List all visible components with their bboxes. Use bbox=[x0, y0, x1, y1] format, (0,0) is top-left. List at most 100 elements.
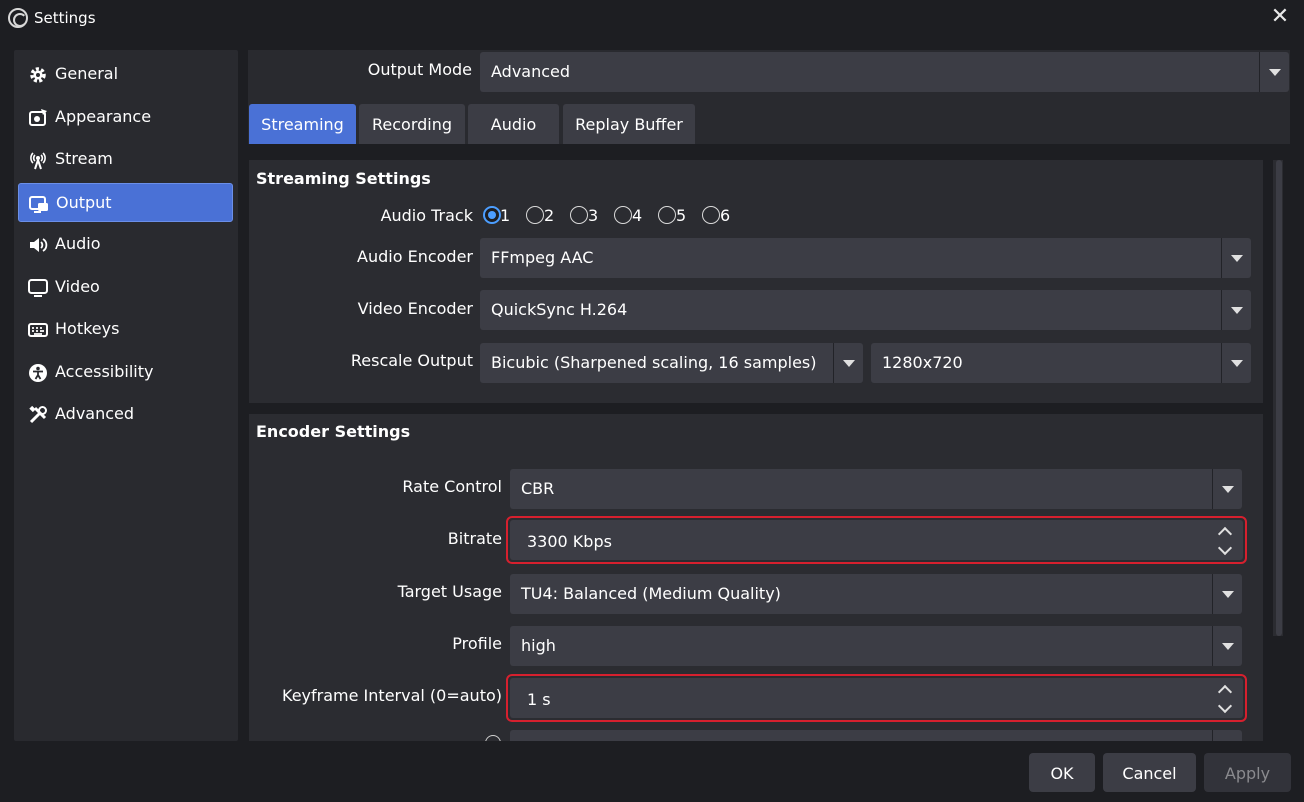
audio-track-radio-label: 3 bbox=[588, 206, 599, 225]
chevron-down-icon[interactable] bbox=[1212, 469, 1242, 509]
sidebar-item-audio[interactable]: Audio bbox=[18, 225, 233, 264]
sidebar-item-accessibility[interactable]: Accessibility bbox=[18, 353, 233, 392]
audio-encoder-label: Audio Encoder bbox=[357, 247, 473, 266]
target-usage-label: Target Usage bbox=[397, 582, 502, 601]
chevron-down-icon[interactable] bbox=[1212, 626, 1242, 666]
output-mode-select[interactable]: Advanced bbox=[480, 52, 1289, 92]
streaming-settings-title: Streaming Settings bbox=[256, 169, 431, 188]
tab-audio[interactable]: Audio bbox=[468, 104, 559, 144]
audio-track-radio-2[interactable] bbox=[526, 206, 544, 224]
sidebar-item-label: General bbox=[55, 64, 119, 83]
chevron-down-icon[interactable] bbox=[1221, 290, 1251, 330]
settings-sidebar: General Appearance Stream Output Audio V… bbox=[14, 50, 238, 741]
keyframe-interval-value: 1 s bbox=[527, 690, 551, 709]
audio-track-radio-label: 2 bbox=[544, 206, 555, 225]
chevron-down-icon[interactable] bbox=[1212, 730, 1242, 741]
sidebar-item-hotkeys[interactable]: Hotkeys bbox=[18, 310, 233, 349]
target-usage-value: TU4: Balanced (Medium Quality) bbox=[521, 584, 781, 603]
keyframe-interval-spinbox[interactable]: 1 s bbox=[506, 674, 1247, 722]
output-settings-panel: Output Mode Advanced Streaming Recording… bbox=[248, 50, 1290, 741]
tools-icon bbox=[29, 405, 47, 424]
scrollbar-thumb[interactable] bbox=[1276, 160, 1282, 636]
rescale-filter-select[interactable]: Bicubic (Sharpened scaling, 16 samples) bbox=[480, 343, 863, 383]
sidebar-item-label: Audio bbox=[55, 234, 101, 253]
chevron-down-icon[interactable] bbox=[1217, 540, 1233, 556]
video-encoder-label: Video Encoder bbox=[357, 299, 473, 318]
sidebar-item-general[interactable]: General bbox=[18, 55, 233, 94]
profile-value: high bbox=[521, 636, 556, 655]
sidebar-item-label: Output bbox=[56, 193, 112, 212]
keyframe-interval-field[interactable]: 1 s bbox=[510, 678, 1243, 718]
rate-control-select[interactable]: CBR bbox=[510, 469, 1242, 509]
target-usage-select[interactable]: TU4: Balanced (Medium Quality) bbox=[510, 574, 1242, 614]
audio-track-radio-3[interactable] bbox=[570, 206, 588, 224]
chevron-down-icon[interactable] bbox=[1259, 52, 1289, 92]
sidebar-item-label: Appearance bbox=[55, 107, 152, 126]
audio-track-radio-label: 6 bbox=[720, 206, 731, 225]
apply-button[interactable]: Apply bbox=[1204, 753, 1291, 792]
appearance-icon bbox=[29, 109, 47, 126]
audio-track-radio-4[interactable] bbox=[614, 206, 632, 224]
video-encoder-select[interactable]: QuickSync H.264 bbox=[480, 290, 1251, 330]
rescale-output-label: Rescale Output bbox=[350, 351, 473, 370]
tab-streaming[interactable]: Streaming bbox=[249, 104, 356, 144]
sidebar-item-label: Hotkeys bbox=[55, 319, 120, 338]
encoder-settings-title: Encoder Settings bbox=[256, 422, 411, 441]
chevron-down-icon[interactable] bbox=[833, 343, 863, 383]
sidebar-item-advanced[interactable]: Advanced bbox=[18, 395, 233, 434]
rescale-filter-value: Bicubic (Sharpened scaling, 16 samples) bbox=[491, 353, 817, 372]
audio-encoder-value: FFmpeg AAC bbox=[491, 248, 594, 267]
video-encoder-value: QuickSync H.264 bbox=[491, 300, 628, 319]
output-mode-label: Output Mode bbox=[367, 60, 472, 79]
rescale-resolution-select[interactable]: 1280x720 bbox=[871, 343, 1251, 383]
profile-select[interactable]: high bbox=[510, 626, 1242, 666]
next-setting-select[interactable] bbox=[510, 730, 1242, 741]
spin-arrows[interactable] bbox=[1215, 680, 1237, 720]
sidebar-item-label: Stream bbox=[55, 149, 113, 168]
chevron-down-icon[interactable] bbox=[1217, 698, 1233, 714]
obs-logo-icon bbox=[8, 8, 28, 28]
audio-track-radio-5[interactable] bbox=[658, 206, 676, 224]
rate-control-value: CBR bbox=[521, 479, 555, 498]
sidebar-item-label: Video bbox=[55, 277, 100, 296]
streaming-settings-group: Streaming Settings Audio Track 1 2 3 4 5… bbox=[249, 160, 1263, 403]
sidebar-item-appearance[interactable]: Appearance bbox=[18, 98, 233, 137]
audio-encoder-select[interactable]: FFmpeg AAC bbox=[480, 238, 1251, 278]
sidebar-item-video[interactable]: Video bbox=[18, 268, 233, 307]
bitrate-value: 3300 Kbps bbox=[527, 532, 612, 551]
accessibility-icon bbox=[29, 364, 47, 382]
bitrate-label: Bitrate bbox=[447, 529, 502, 548]
close-icon[interactable]: ✕ bbox=[1270, 6, 1290, 28]
encoder-settings-group: Encoder Settings Rate Control CBR Bitrat… bbox=[249, 414, 1263, 741]
tab-replay-buffer[interactable]: Replay Buffer bbox=[563, 104, 695, 144]
audio-track-radio-1[interactable] bbox=[483, 206, 501, 224]
speaker-icon bbox=[30, 238, 48, 252]
rate-control-label: Rate Control bbox=[402, 477, 502, 496]
chevron-up-icon[interactable] bbox=[1217, 526, 1233, 542]
ok-button[interactable]: OK bbox=[1029, 753, 1095, 792]
streaming-tab-content: Streaming Settings Audio Track 1 2 3 4 5… bbox=[248, 144, 1290, 741]
sidebar-item-output[interactable]: Output bbox=[18, 183, 233, 222]
help-icon[interactable] bbox=[485, 735, 501, 741]
chevron-up-icon[interactable] bbox=[1217, 684, 1233, 700]
tab-recording[interactable]: Recording bbox=[359, 104, 465, 144]
sidebar-item-label: Advanced bbox=[55, 404, 135, 423]
chevron-down-icon[interactable] bbox=[1212, 574, 1242, 614]
monitor-icon bbox=[28, 279, 48, 297]
audio-track-label: Audio Track bbox=[380, 206, 473, 225]
cancel-button[interactable]: Cancel bbox=[1103, 753, 1196, 792]
audio-track-radio-label: 4 bbox=[632, 206, 643, 225]
title-bar: Settings ✕ bbox=[0, 0, 1304, 36]
bitrate-field[interactable]: 3300 Kbps bbox=[510, 520, 1243, 560]
rescale-resolution-value: 1280x720 bbox=[882, 353, 963, 372]
bitrate-spinbox[interactable]: 3300 Kbps bbox=[506, 516, 1247, 564]
chevron-down-icon[interactable] bbox=[1221, 238, 1251, 278]
spin-arrows[interactable] bbox=[1215, 522, 1237, 562]
window-title: Settings bbox=[34, 9, 96, 27]
sidebar-item-stream[interactable]: Stream bbox=[18, 140, 233, 179]
gear-icon bbox=[30, 67, 46, 83]
scrollbar[interactable] bbox=[1273, 160, 1283, 636]
audio-track-radio-6[interactable] bbox=[702, 206, 720, 224]
chevron-down-icon[interactable] bbox=[1221, 343, 1251, 383]
output-icon bbox=[29, 196, 48, 213]
